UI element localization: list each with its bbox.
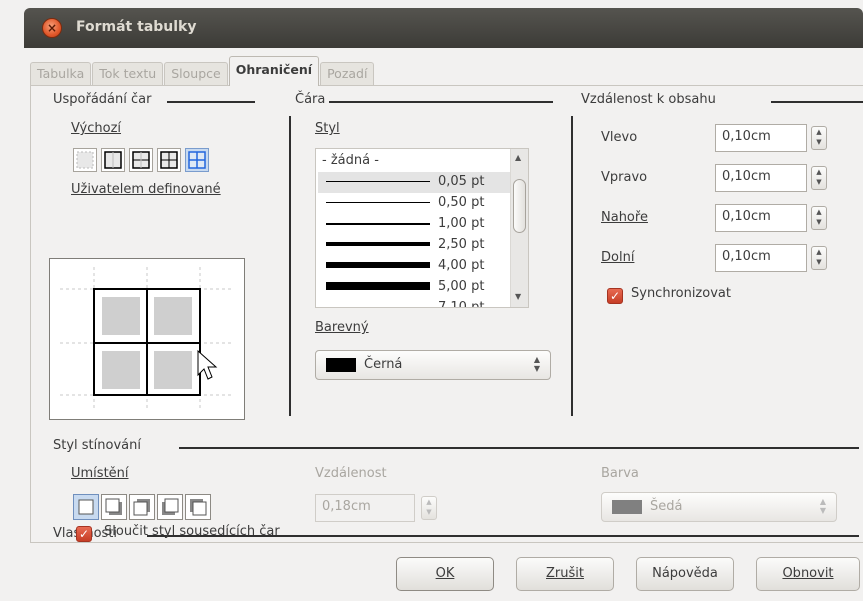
style-label: Styl [315, 121, 340, 136]
spin-icon[interactable]: ▲ ▼ [811, 126, 827, 150]
scroll-thumb[interactable] [513, 179, 526, 233]
shadow-color-label: Barva [601, 466, 639, 481]
line-style-list[interactable]: - žádná - 0,05 pt 0,50 pt 1,00 pt 2,50 p… [315, 148, 529, 308]
right-label: Vpravo [601, 170, 648, 185]
shadow-style-title: Styl stínování [53, 438, 141, 453]
reset-button[interactable]: Obnovit [756, 557, 860, 591]
synchronize-checkbox[interactable]: ✓ [607, 288, 623, 304]
color-swatch [326, 358, 356, 372]
preset-outer-horizontal-icon[interactable] [129, 148, 153, 172]
updown-icon: ▲ ▼ [533, 355, 540, 373]
left-label: Vlevo [601, 130, 638, 145]
right-spacing-field[interactable]: 0,10cm ▲ ▼ [715, 164, 827, 192]
spin-icon[interactable]: ▲ ▼ [811, 206, 827, 230]
top-label: Nahoře [601, 210, 648, 225]
group-separator-vertical [571, 116, 573, 416]
window-title: Formát tabulky [76, 19, 197, 35]
cancel-button[interactable]: Zrušit [516, 557, 614, 591]
top-spacing-field[interactable]: 0,10cm ▲ ▼ [715, 204, 827, 232]
updown-icon: ▲ ▼ [819, 497, 826, 515]
shadow-none-icon[interactable] [73, 494, 99, 520]
list-item[interactable]: 7,10 pt [318, 298, 512, 307]
bottom-spacing-field[interactable]: 0,10cm ▲ ▼ [715, 244, 827, 272]
shadow-distance-field[interactable]: 0,18cm ▲ ▼ [315, 494, 437, 522]
preset-outer-all-inner-icon[interactable] [157, 148, 181, 172]
list-item[interactable]: 2,50 pt [318, 235, 512, 256]
user-defined-label: Uživatelem definované [71, 182, 221, 197]
line-color-value: Černá [364, 357, 403, 372]
merge-lines-checkbox[interactable]: ✓ [76, 526, 92, 542]
shadow-bottom-right-icon[interactable] [101, 494, 127, 520]
shadow-top-right-icon[interactable] [129, 494, 155, 520]
distance-label: Vzdálenost [315, 466, 387, 481]
left-spacing-field[interactable]: 0,10cm ▲ ▼ [715, 124, 827, 152]
shadow-color-value: Šedá [650, 499, 683, 514]
tab-borders[interactable]: Ohraničení [228, 56, 320, 86]
shadow-color-select[interactable]: Šedá ▲ ▼ [601, 492, 837, 522]
list-item[interactable]: 5,00 pt [318, 277, 512, 298]
group-separator [771, 101, 863, 103]
tab-table[interactable]: Tabulka [30, 62, 92, 86]
line-title: Čára [295, 92, 326, 107]
default-label: Výchozí [71, 121, 122, 136]
position-label: Umístění [71, 466, 129, 481]
border-preview[interactable] [49, 258, 245, 420]
synchronize-label: Synchronizovat [631, 286, 731, 301]
spacing-title: Vzdálenost k obsahu [581, 92, 716, 107]
preset-outer-border-icon[interactable] [101, 148, 125, 172]
tab-background[interactable]: Pozadí [320, 62, 375, 86]
group-separator [329, 101, 553, 103]
tab-bar: Tabulka Tok textu Sloupce Ohraničení Poz… [30, 54, 375, 86]
list-item[interactable]: 0,05 pt [318, 172, 512, 193]
list-item[interactable]: 1,00 pt [318, 214, 512, 235]
ok-button[interactable]: OK [396, 557, 494, 591]
spin-icon[interactable]: ▲ ▼ [811, 166, 827, 190]
spin-icon[interactable]: ▲ ▼ [421, 496, 437, 520]
border-preview-graphic [60, 267, 234, 411]
group-separator [167, 101, 255, 103]
shadow-bottom-left-icon[interactable] [157, 494, 183, 520]
bottom-label: Dolní [601, 250, 635, 265]
color-label: Barevný [315, 320, 369, 335]
line-arrangement-title: Uspořádání čar [53, 92, 152, 107]
color-swatch [612, 500, 642, 514]
list-scrollbar[interactable]: ▲ ▼ [510, 149, 528, 307]
group-separator-vertical [289, 116, 291, 416]
line-color-select[interactable]: Černá ▲ ▼ [315, 350, 551, 380]
tab-columns[interactable]: Sloupce [164, 62, 228, 86]
shadow-top-left-icon[interactable] [185, 494, 211, 520]
window-titlebar: × Formát tabulky [24, 8, 863, 48]
close-icon[interactable]: × [42, 18, 62, 38]
list-item[interactable]: - žádná - [318, 151, 512, 172]
list-item[interactable]: 4,00 pt [318, 256, 512, 277]
spin-icon[interactable]: ▲ ▼ [811, 246, 827, 270]
group-separator [179, 447, 859, 449]
table-format-dialog: Tabulka Tok textu Sloupce Ohraničení Poz… [24, 48, 863, 601]
preset-no-borders-icon[interactable] [73, 148, 97, 172]
merge-lines-label: Sloučit styl sousedících čar [104, 524, 280, 539]
scroll-down-icon[interactable]: ▼ [515, 292, 521, 301]
tab-text-flow[interactable]: Tok textu [92, 62, 164, 86]
scroll-up-icon[interactable]: ▲ [515, 153, 521, 162]
preset-outer-inner-blue-icon[interactable] [185, 148, 209, 172]
help-button[interactable]: Nápověda [636, 557, 734, 591]
borders-panel: Uspořádání čar Výchozí Uživatelem defino… [30, 85, 863, 543]
list-item[interactable]: 0,50 pt [318, 193, 512, 214]
